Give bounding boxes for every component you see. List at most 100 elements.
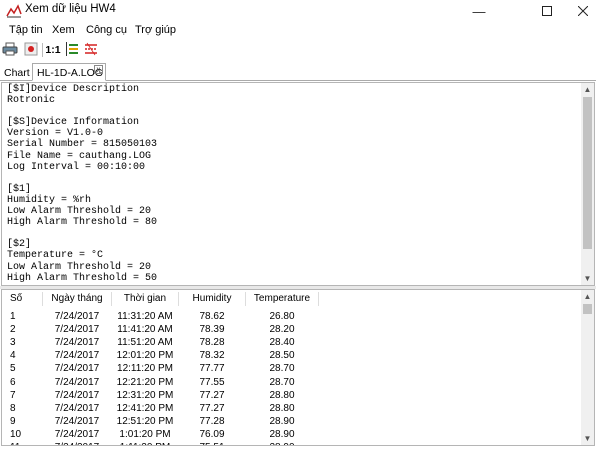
printer-icon [2,42,18,59]
scroll-thumb[interactable] [583,304,592,314]
cell-temperature: 28.50 [269,350,295,362]
cell-date: 7/24/2017 [54,376,100,388]
toolbar: 1:1 [0,40,596,60]
menu-tools[interactable]: Công cụ [86,24,127,36]
zoom-reset-label: 1:1 [45,44,61,56]
col-header-humidity[interactable]: Humidity [179,290,245,308]
cell-humidity: 77.27 [199,402,225,414]
menu-help[interactable]: Trợ giúp [135,24,176,36]
minimize-icon: — [472,3,486,19]
col-header-date[interactable]: Ngày tháng [43,290,111,308]
cell-date: 7/24/2017 [54,402,100,414]
menu-view[interactable]: Xem [52,24,75,36]
cell-date: 7/24/2017 [54,363,100,375]
cell-temperature: 28.90 [246,441,318,445]
cell-date: 7/24/2017 [54,415,100,427]
grid-lines-button[interactable] [82,41,100,59]
tab-bar: Chart HL-1D-A.LOG x [0,63,596,81]
cell-temperature: 28.90 [269,428,295,440]
app-logo-icon [6,4,22,18]
table-row[interactable]: 5 7/24/2017 12:11:20 PM 77.77 28.70 [2,362,582,375]
legend-button[interactable] [63,41,81,59]
cell-temperature: 28.80 [269,389,295,401]
record-button[interactable] [22,41,40,59]
table-row[interactable]: 2 7/24/2017 11:41:20 AM 78.39 28.20 [2,323,582,336]
cell-date: 7/24/2017 [54,324,100,336]
cell-temperature: 28.70 [269,363,295,375]
cell-temperature: 28.40 [269,337,295,349]
cell-temperature: 26.80 [269,311,295,322]
table-row[interactable]: 7 7/24/2017 12:31:20 PM 77.27 28.80 [2,389,582,402]
cell-time: 12:11:20 PM [117,363,173,375]
table-row[interactable]: 10 7/24/2017 1:01:20 PM 76.09 28.90 [2,428,582,441]
cell-humidity: 77.77 [199,363,225,375]
legend-list-icon [65,41,79,59]
log-scrollbar[interactable]: ▲ ▼ [581,83,594,285]
cell-time: 11:31:20 AM [117,311,173,322]
table-row[interactable]: 9 7/24/2017 12:51:20 PM 77.28 28.90 [2,415,582,428]
close-button[interactable] [570,0,596,22]
scroll-down-icon[interactable]: ▼ [581,432,594,445]
cell-date: 7/24/2017 [54,337,100,349]
header-separator [318,292,319,306]
col-header-time[interactable]: Thời gian [112,290,178,308]
print-button[interactable] [1,41,19,59]
cell-humidity: 77.55 [199,376,225,388]
col-header-index[interactable]: Số [10,290,22,308]
cell-time: 1:11:20 PM [112,441,178,445]
cell-humidity: 77.27 [199,389,225,401]
col-header-temperature[interactable]: Temperature [246,290,318,308]
cell-index: 2 [10,324,16,336]
minimize-button[interactable]: — [456,0,502,22]
tab-chart[interactable]: Chart [4,67,30,79]
table-row[interactable]: 8 7/24/2017 12:41:20 PM 77.27 28.80 [2,402,582,415]
cell-index: 1 [10,311,16,322]
cell-index: 4 [10,350,16,362]
cell-humidity: 78.62 [199,311,225,322]
cell-temperature: 28.90 [269,415,295,427]
cell-index: 7 [10,389,16,401]
table-row[interactable]: 4 7/24/2017 12:01:20 PM 78.32 28.50 [2,349,582,362]
data-table: Số Ngày tháng Thời gian Humidity Tempera… [1,289,595,446]
cell-temperature: 28.20 [269,324,295,336]
table-row[interactable]: 117/24/20171:11:20 PM75.5128.90 [2,441,582,445]
cell-time: 11:41:20 AM [117,324,173,336]
cell-index: 3 [10,337,16,349]
log-text-panel[interactable]: [$I]Device Description Rotronic [$S]Devi… [1,82,595,286]
scroll-down-icon[interactable]: ▼ [581,272,594,285]
scroll-thumb[interactable] [583,97,592,249]
table-row[interactable]: 1 7/24/2017 11:31:20 AM 78.62 26.80 [2,310,582,323]
cell-date: 7/24/2017 [54,389,100,401]
record-icon [24,42,38,59]
title-bar: Xem dữ liệu HW4 — [0,0,596,22]
cell-time: 1:01:20 PM [119,428,171,440]
log-text-content: [$I]Device Description Rotronic [$S]Devi… [7,84,158,284]
cell-date: 7/24/2017 [54,350,100,362]
zoom-reset-button[interactable]: 1:1 [45,41,61,59]
close-icon [577,4,589,19]
menu-file[interactable]: Tập tin [9,24,43,36]
tab-log-file[interactable]: HL-1D-A.LOG x [32,63,106,81]
table-row[interactable]: 6 7/24/2017 12:21:20 PM 77.55 28.70 [2,376,582,389]
maximize-button[interactable] [524,0,570,22]
scroll-up-icon[interactable]: ▲ [581,290,594,303]
cell-humidity: 78.28 [199,337,225,349]
cell-time: 12:31:20 PM [116,389,174,401]
cell-time: 12:41:20 PM [116,402,174,414]
table-row[interactable]: 3 7/24/2017 11:51:20 AM 78.28 28.40 [2,336,582,349]
cell-time: 12:01:20 PM [116,350,174,362]
cell-humidity: 78.39 [199,324,225,336]
cell-date: 7/24/2017 [54,311,100,322]
cell-index: 6 [10,376,16,388]
grid-lines-icon [84,42,98,59]
cell-humidity: 77.28 [199,415,225,427]
cell-index: 8 [10,402,16,414]
scroll-up-icon[interactable]: ▲ [581,83,594,96]
table-scrollbar[interactable]: ▲ ▼ [581,290,594,445]
window-title: Xem dữ liệu HW4 [25,3,116,15]
table-header: Số Ngày tháng Thời gian Humidity Tempera… [2,290,582,308]
cell-humidity: 76.09 [199,428,225,440]
menu-bar: Tập tin Xem Công cụ Trợ giúp [0,22,596,40]
tab-close-icon[interactable]: x [94,65,103,74]
cell-index: 11 [10,441,40,445]
